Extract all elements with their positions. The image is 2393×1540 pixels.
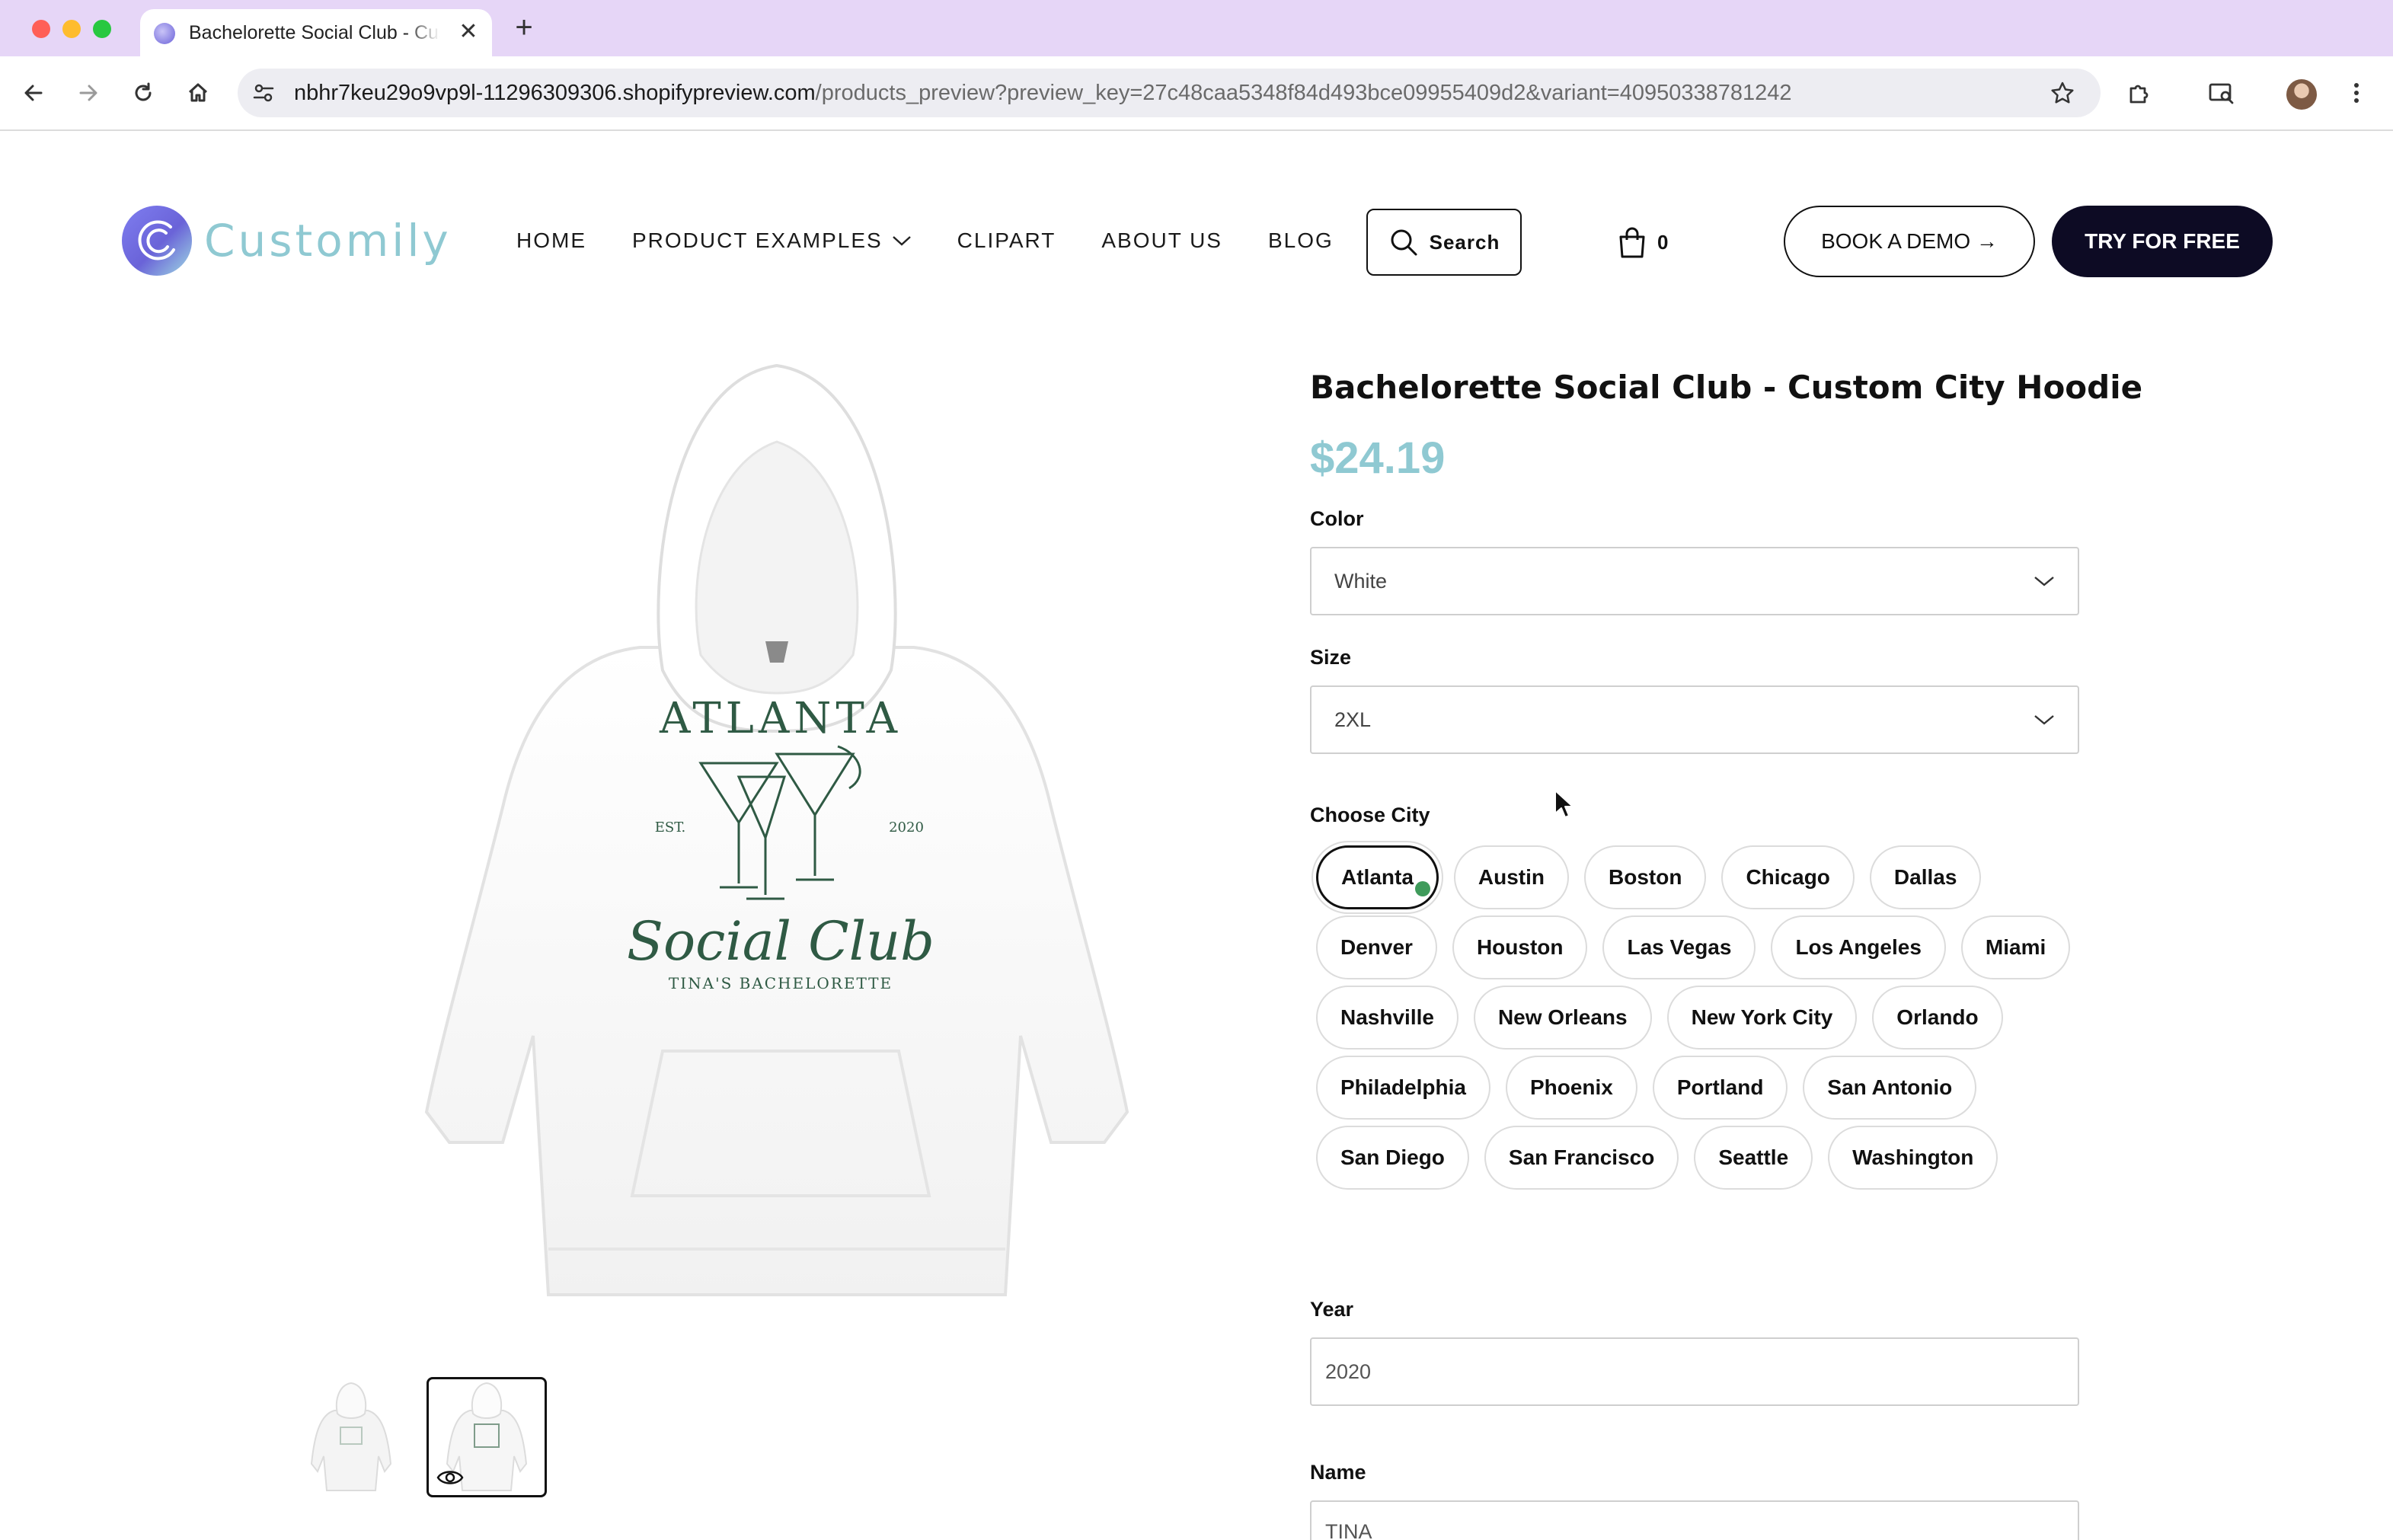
size-select[interactable]: 2XL [1310, 685, 2079, 754]
home-icon[interactable] [180, 75, 216, 111]
city-option-boston[interactable]: Boston [1584, 845, 1707, 909]
city-options: Atlanta Austin Boston Chicago Dallas Den… [1316, 845, 2093, 1196]
mouse-cursor-icon [1554, 790, 1574, 818]
forward-arrow-icon[interactable] [70, 75, 107, 111]
city-option-new-orleans[interactable]: New Orleans [1473, 986, 1652, 1050]
url-path: /products_preview?preview_key=27c48caa53… [815, 81, 1792, 105]
cast-search-icon[interactable] [2203, 75, 2239, 111]
color-select-value: White [1334, 569, 1388, 593]
check-icon [1414, 881, 1430, 896]
city-option-denver[interactable]: Denver [1316, 915, 1437, 979]
product-price: $24.19 [1310, 433, 1446, 483]
size-label: Size [1310, 646, 1352, 669]
name-label: Name [1310, 1461, 1366, 1484]
shopping-bag-icon [1619, 227, 1645, 258]
browser-menu-icon[interactable] [2338, 75, 2375, 111]
tab-title: Bachelorette Social Club - Custom City H… [189, 22, 440, 43]
hoodie-thumbnail-icon [310, 1382, 392, 1491]
city-option-san-francisco[interactable]: San Francisco [1484, 1126, 1679, 1190]
customily-logo-icon [122, 206, 192, 276]
print-script-text: Social Club [627, 910, 935, 973]
year-label: Year [1310, 1298, 1354, 1321]
color-label: Color [1310, 507, 1364, 530]
back-arrow-icon[interactable] [15, 75, 52, 111]
print-city-text: ATLANTA [659, 694, 902, 743]
city-option-nashville[interactable]: Nashville [1316, 986, 1458, 1050]
extensions-puzzle-icon[interactable] [2120, 75, 2157, 111]
tab-close-icon[interactable]: ✕ [455, 20, 481, 46]
url-text[interactable]: nbhr7keu29o9vp9l-11296309306.shopifyprev… [294, 69, 1792, 117]
thumbnail-1[interactable] [291, 1377, 411, 1497]
city-option-philadelphia[interactable]: Philadelphia [1316, 1056, 1490, 1120]
cart-button[interactable]: 0 [1618, 225, 1668, 259]
search-label: Search [1429, 230, 1500, 254]
nav-about-us[interactable]: ABOUT US [1101, 228, 1222, 253]
nav-product-examples-label: PRODUCT EXAMPLES [632, 228, 883, 252]
city-option-las-vegas[interactable]: Las Vegas [1602, 915, 1756, 979]
profile-avatar[interactable] [2286, 79, 2317, 110]
chevron-down-icon [2034, 577, 2054, 586]
search-button[interactable]: Search [1366, 209, 1522, 276]
customily-favicon-icon [154, 23, 175, 44]
new-tab-button[interactable]: + [507, 12, 541, 46]
city-option-chicago[interactable]: Chicago [1721, 845, 1855, 909]
search-icon [1391, 229, 1417, 256]
browser-toolbar: nbhr7keu29o9vp9l-11296309306.shopifyprev… [0, 56, 2393, 131]
city-option-san-diego[interactable]: San Diego [1316, 1126, 1469, 1190]
reload-icon[interactable] [125, 75, 161, 111]
eye-icon[interactable] [436, 1468, 464, 1487]
browser-tab-bar: Bachelorette Social Club - Custom City H… [0, 0, 2393, 56]
city-option-washington[interactable]: Washington [1828, 1126, 1998, 1190]
city-option-phoenix[interactable]: Phoenix [1505, 1056, 1637, 1120]
print-year-text: 2020 [889, 820, 924, 835]
city-option-houston[interactable]: Houston [1452, 915, 1588, 979]
product-title: Bachelorette Social Club - Custom City H… [1310, 369, 2143, 406]
print-est-text: EST. [655, 820, 686, 835]
address-bar[interactable]: nbhr7keu29o9vp9l-11296309306.shopifyprev… [238, 69, 2101, 117]
site-settings-icon[interactable] [250, 79, 277, 107]
bookmark-star-icon[interactable] [2049, 79, 2076, 107]
logo-wordmark: Customily [204, 215, 452, 267]
thumbnail-2-selected[interactable] [427, 1377, 547, 1497]
color-select[interactable]: White [1310, 547, 2079, 615]
city-option-austin[interactable]: Austin [1453, 845, 1570, 909]
browser-tab-active[interactable]: Bachelorette Social Club - Custom City H… [140, 9, 492, 56]
url-host: nbhr7keu29o9vp9l-11296309306.shopifyprev… [294, 81, 816, 105]
nav-clipart[interactable]: CLIPART [957, 228, 1056, 253]
main-navigation: HOME PRODUCT EXAMPLES CLIPART ABOUT US B… [516, 225, 1379, 256]
name-input[interactable]: TINA [1310, 1500, 2079, 1540]
minimize-window-button[interactable] [62, 20, 81, 38]
chevron-down-icon [2034, 715, 2054, 725]
city-option-portland[interactable]: Portland [1652, 1056, 1788, 1120]
print-subtitle-text: TINA'S BACHELORETTE [669, 974, 893, 992]
choose-city-label: Choose City [1310, 804, 1430, 826]
city-option-label: Atlanta [1341, 865, 1414, 889]
nav-product-examples[interactable]: PRODUCT EXAMPLES [632, 228, 912, 253]
book-a-demo-button[interactable]: BOOK A DEMO → [1784, 206, 2035, 277]
city-option-dallas[interactable]: Dallas [1869, 845, 1982, 909]
city-option-new-york-city[interactable]: New York City [1666, 986, 1858, 1050]
chevron-down-icon [892, 236, 911, 246]
zoom-window-button[interactable] [93, 20, 111, 38]
city-option-los-angeles[interactable]: Los Angeles [1771, 915, 1946, 979]
city-option-san-antonio[interactable]: San Antonio [1803, 1056, 1977, 1120]
nav-home[interactable]: HOME [516, 228, 586, 253]
year-input[interactable]: 2020 [1310, 1337, 2079, 1406]
size-select-value: 2XL [1334, 708, 1372, 731]
city-option-orlando[interactable]: Orlando [1872, 986, 2003, 1050]
close-window-button[interactable] [32, 20, 50, 38]
city-option-miami[interactable]: Miami [1960, 915, 2071, 979]
customily-logo[interactable]: Customily [120, 204, 452, 277]
city-option-atlanta[interactable]: Atlanta [1316, 845, 1439, 909]
cart-count: 0 [1657, 230, 1669, 254]
try-for-free-button[interactable]: TRY FOR FREE [2052, 206, 2273, 277]
city-option-seattle[interactable]: Seattle [1694, 1126, 1813, 1190]
nav-blog[interactable]: BLOG [1268, 228, 1334, 253]
product-hoodie-image: ATLANTA EST. 2020 Social Club TINA'S BAC… [424, 363, 1129, 1296]
